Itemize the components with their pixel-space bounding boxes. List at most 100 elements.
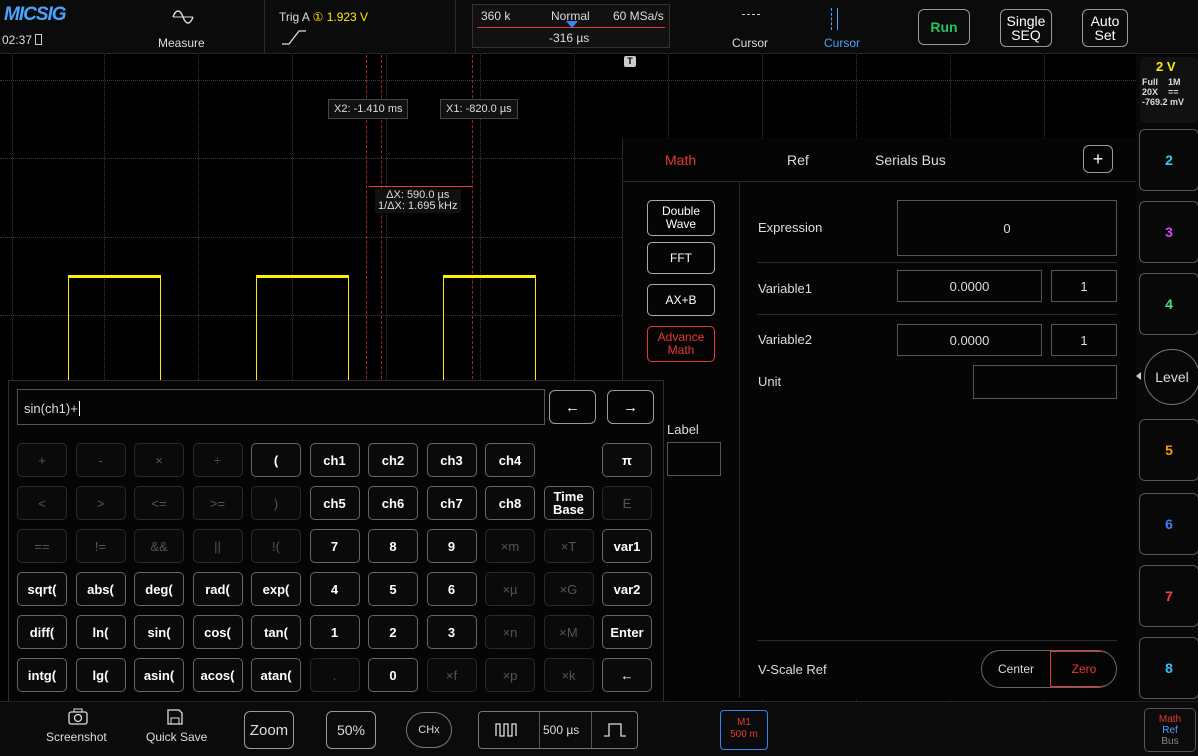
key-1[interactable]: 1 — [309, 615, 360, 649]
key-decimal-point[interactable]: . — [309, 658, 360, 692]
key-ln[interactable]: ln( — [75, 615, 126, 649]
auto-set-button[interactable]: Auto Set — [1082, 9, 1128, 47]
channel-8-button[interactable]: 8 — [1139, 637, 1198, 699]
key-deg[interactable]: deg( — [134, 572, 184, 606]
key-2[interactable]: 2 — [368, 615, 418, 649]
key-9[interactable]: 9 — [426, 529, 477, 563]
key-pi[interactable]: π — [602, 443, 652, 477]
key-or[interactable]: || — [192, 529, 243, 563]
double-wave-button[interactable]: Double Wave — [647, 200, 715, 236]
tab-math[interactable]: Math — [665, 152, 696, 168]
label-input[interactable] — [667, 442, 721, 476]
key-cos[interactable]: cos( — [192, 615, 243, 649]
chx-button[interactable]: CHx — [406, 712, 452, 748]
quick-save-button[interactable]: Quick Save — [142, 706, 212, 754]
key--g[interactable]: ×G — [543, 572, 594, 606]
key-plus[interactable]: + — [17, 443, 67, 477]
screenshot-button[interactable]: Screenshot — [36, 706, 120, 754]
key--k[interactable]: ×k — [543, 658, 594, 692]
key-enter[interactable]: Enter — [602, 615, 652, 649]
key-minus[interactable]: - — [75, 443, 126, 477]
cursor-horizontal-button[interactable]: Cursor — [732, 8, 796, 52]
key--m[interactable]: ×M — [543, 615, 594, 649]
key-tan[interactable]: tan( — [251, 615, 301, 649]
key-acos[interactable]: acos( — [192, 658, 243, 692]
key-5[interactable]: 5 — [368, 572, 418, 606]
key-ch2[interactable]: ch2 — [368, 443, 418, 477]
trigger-panel[interactable]: Trig A ① 1.923 V — [264, 0, 456, 54]
key-ch6[interactable]: ch6 — [368, 486, 418, 520]
timebase-decrease-icon[interactable] — [495, 722, 519, 738]
percent-button[interactable]: 50% — [326, 711, 376, 749]
unit-input[interactable] — [973, 365, 1117, 399]
timebase-control[interactable]: 500 µs — [478, 711, 638, 749]
key-greater-than[interactable]: > — [75, 486, 126, 520]
key-var2[interactable]: var2 — [602, 572, 652, 606]
key-and[interactable]: && — [134, 529, 184, 563]
tab-ref[interactable]: Ref — [787, 152, 809, 168]
timebase-increase-icon[interactable] — [603, 722, 627, 738]
key-greater-equal[interactable]: >= — [192, 486, 243, 520]
key-not-equal[interactable]: != — [75, 529, 126, 563]
vscale-zero-option[interactable]: Zero — [1050, 651, 1116, 687]
measure-button[interactable]: Measure — [140, 0, 240, 54]
key-abs[interactable]: abs( — [75, 572, 126, 606]
key-4[interactable]: 4 — [309, 572, 360, 606]
variable2-unit-input[interactable]: 1 — [1051, 324, 1117, 356]
channel-6-button[interactable]: 6 — [1139, 493, 1198, 555]
key--p[interactable]: ×p — [485, 658, 535, 692]
key-divide[interactable]: ÷ — [192, 443, 243, 477]
key-ch1[interactable]: ch1 — [309, 443, 360, 477]
cursor-right-button[interactable]: → — [607, 390, 654, 424]
key-less-equal[interactable]: <= — [134, 486, 184, 520]
key-e[interactable]: E — [602, 486, 652, 520]
zoom-button[interactable]: Zoom — [244, 711, 294, 749]
cursor-left-button[interactable]: ← — [549, 390, 596, 424]
expression-editor-input[interactable]: sin(ch1)+ — [17, 389, 545, 425]
key-intg[interactable]: intg( — [17, 658, 67, 692]
cursor-vertical-button[interactable]: Cursor — [820, 8, 880, 52]
key--m[interactable]: ×m — [485, 529, 535, 563]
key-var1[interactable]: var1 — [602, 529, 652, 563]
key-lg[interactable]: lg( — [75, 658, 126, 692]
single-seq-button[interactable]: Single SEQ — [1000, 9, 1052, 47]
advance-math-button[interactable]: Advance Math — [647, 326, 715, 362]
key--n[interactable]: ×n — [485, 615, 535, 649]
key-7[interactable]: 7 — [309, 529, 360, 563]
key-time-base[interactable]: Time Base — [543, 486, 594, 520]
key-diff[interactable]: diff( — [17, 615, 67, 649]
key-sin[interactable]: sin( — [134, 615, 184, 649]
key--t[interactable]: ×T — [543, 529, 594, 563]
axb-button[interactable]: AX+B — [647, 284, 715, 316]
trigger-marker-icon[interactable]: T — [624, 56, 636, 67]
key-backspace[interactable]: ← — [602, 658, 652, 692]
key-ch4[interactable]: ch4 — [485, 443, 535, 477]
key-less-than[interactable]: < — [17, 486, 67, 520]
key-exp[interactable]: exp( — [251, 572, 301, 606]
fft-button[interactable]: FFT — [647, 242, 715, 274]
key-open-paren[interactable]: ( — [251, 443, 301, 477]
key-asin[interactable]: asin( — [134, 658, 184, 692]
add-button[interactable]: + — [1083, 145, 1113, 173]
key-atan[interactable]: atan( — [251, 658, 301, 692]
key-ch7[interactable]: ch7 — [426, 486, 477, 520]
math-ref-bus-button[interactable]: Math Ref Bus — [1144, 708, 1196, 752]
run-button[interactable]: Run — [918, 9, 970, 45]
ch1-settings[interactable]: 2 V Full 1M 20X == -769.2 mV — [1140, 57, 1198, 123]
channel-5-button[interactable]: 5 — [1139, 419, 1198, 481]
key-sqrt[interactable]: sqrt( — [17, 572, 67, 606]
channel-4-button[interactable]: 4 — [1139, 273, 1198, 335]
key-multiply[interactable]: × — [134, 443, 184, 477]
variable1-input[interactable]: 0.0000 — [897, 270, 1042, 302]
key--µ[interactable]: ×µ — [485, 572, 535, 606]
channel-7-button[interactable]: 7 — [1139, 565, 1198, 627]
key-ch3[interactable]: ch3 — [426, 443, 477, 477]
key-0[interactable]: 0 — [368, 658, 418, 692]
key--f[interactable]: ×f — [426, 658, 477, 692]
key-close-paren[interactable]: ) — [251, 486, 301, 520]
variable1-unit-input[interactable]: 1 — [1051, 270, 1117, 302]
key-ch5[interactable]: ch5 — [309, 486, 360, 520]
horizontal-panel[interactable]: 360 k Normal 60 MSa/s -316 µs — [472, 4, 670, 48]
vscale-center-option[interactable]: Center — [982, 651, 1050, 687]
key-ch8[interactable]: ch8 — [485, 486, 535, 520]
